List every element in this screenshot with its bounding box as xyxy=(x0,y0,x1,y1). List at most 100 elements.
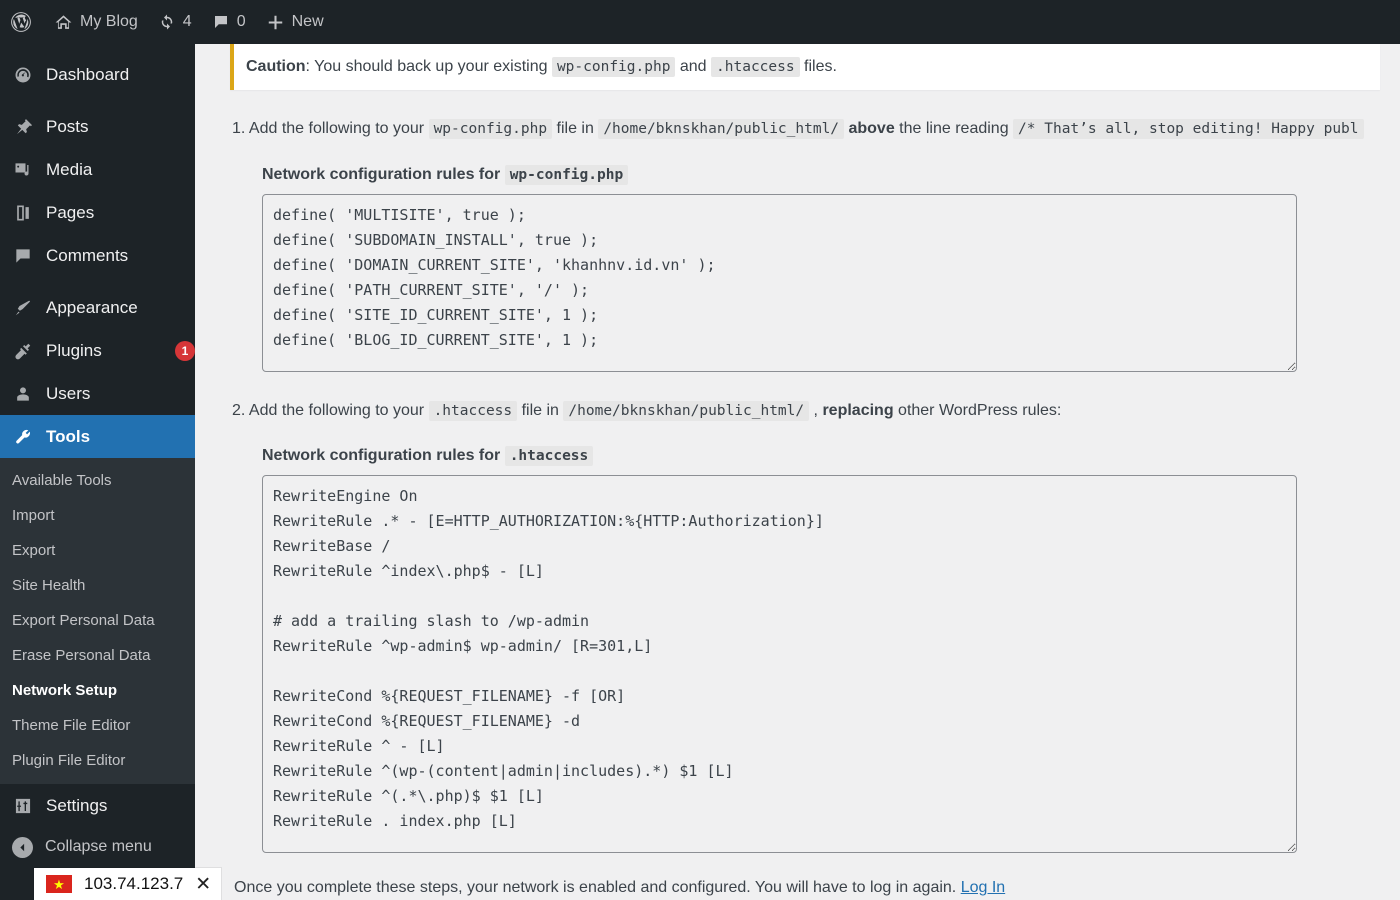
adminbar-wordpress-logo[interactable] xyxy=(0,0,44,44)
sidebar-item-label: Comments xyxy=(46,245,129,265)
submenu-item-export-personal-data[interactable]: Export Personal Data xyxy=(0,603,195,638)
home-icon xyxy=(54,13,73,32)
pin-icon xyxy=(12,117,34,137)
footer-note: Once you complete these steps, your netw… xyxy=(234,879,1400,897)
sidebar-item-appearance[interactable]: Appearance xyxy=(0,286,195,329)
collapse-menu-button[interactable]: Collapse menu xyxy=(0,827,195,867)
paintbrush-icon xyxy=(12,298,34,318)
caution-code-wpconfig: wp-config.php xyxy=(551,57,676,77)
sidebar-item-label: Posts xyxy=(46,116,89,136)
adminbar-updates[interactable]: 4 xyxy=(148,0,202,44)
plugins-update-badge: 1 xyxy=(175,340,195,361)
footer-note-text: Once you complete these steps, your netw… xyxy=(234,879,961,897)
step-1-text-1: Add the following to your xyxy=(245,120,429,137)
htaccess-block: Network configuration rules for .htacces… xyxy=(262,446,1400,854)
caution-notice: Caution: You should back up your existin… xyxy=(230,44,1380,90)
caution-text-3: files. xyxy=(799,58,837,75)
caution-text-1: : You should back up your existing xyxy=(305,58,552,75)
step-2: 2. Add the following to your .htaccess f… xyxy=(232,398,1400,424)
ip-address-label: 103.74.123.7 xyxy=(84,874,184,893)
step-1-code-path: /home/bknskhan/public_html/ xyxy=(598,119,845,139)
htaccess-rules-textarea[interactable] xyxy=(262,475,1297,854)
close-icon[interactable]: ✕ xyxy=(195,875,211,894)
caution-strong: Caution xyxy=(246,58,306,75)
sidebar-item-settings[interactable]: Settings xyxy=(0,784,195,827)
wrench-icon xyxy=(12,427,34,447)
adminbar-comments-count: 0 xyxy=(236,13,246,30)
step-2-text-4: other WordPress rules: xyxy=(893,401,1062,419)
sliders-icon xyxy=(12,796,34,816)
sidebar-item-label: Media xyxy=(46,159,93,179)
step-2-text-3: , xyxy=(809,401,823,419)
dashboard-icon xyxy=(12,65,34,85)
adminbar-comments[interactable]: 0 xyxy=(202,0,256,44)
sidebar-item-users[interactable]: Users xyxy=(0,372,195,415)
step-1-number: 1. xyxy=(232,120,246,137)
sidebar-item-pages[interactable]: Pages xyxy=(0,191,195,234)
plug-icon xyxy=(12,341,34,361)
sidebar-item-dashboard[interactable]: Dashboard xyxy=(0,53,195,96)
adminbar-site-name[interactable]: My Blog xyxy=(44,0,148,44)
wpconfig-block: Network configuration rules for wp-confi… xyxy=(262,164,1400,372)
caution-code-htaccess: .htaccess xyxy=(711,57,800,77)
caution-text-2: and xyxy=(675,58,712,75)
step-2-code-file: .htaccess xyxy=(428,400,518,421)
htaccess-block-label: Network configuration rules for .htacces… xyxy=(262,446,1400,467)
step-1-strong: above xyxy=(848,120,895,137)
step-2-number: 2. xyxy=(232,401,246,419)
comment-bubble-icon xyxy=(12,246,34,266)
pages-icon xyxy=(12,203,34,223)
collapse-menu-label: Collapse menu xyxy=(45,838,152,855)
step-1-code-line: /* That’s all, stop editing! Happy publ xyxy=(1013,119,1364,139)
sidebar-item-label: Users xyxy=(46,383,91,403)
submenu-item-network-setup[interactable]: Network Setup xyxy=(0,673,195,708)
setup-steps: 1. Add the following to your wp-config.p… xyxy=(215,116,1400,897)
admin-sidebar: Dashboard Posts Media Pages Comments App… xyxy=(0,44,195,900)
step-2-text-2: file in xyxy=(517,401,564,419)
sidebar-item-label: Settings xyxy=(46,795,108,815)
vietnam-flag-icon: ★ xyxy=(46,875,72,893)
wpconfig-rules-textarea[interactable] xyxy=(262,193,1297,372)
step-2-code-path: /home/bknskhan/public_html/ xyxy=(563,400,810,421)
tools-submenu: Available Tools Import Export Site Healt… xyxy=(0,458,195,784)
submenu-item-plugin-file-editor[interactable]: Plugin File Editor xyxy=(0,743,195,778)
admin-bar: My Blog 4 0 New xyxy=(0,0,1400,44)
wpconfig-label-text: Network configuration rules for xyxy=(262,165,505,183)
submenu-item-theme-file-editor[interactable]: Theme File Editor xyxy=(0,708,195,743)
sidebar-spacer-top xyxy=(0,44,195,53)
step-1-code-file: wp-config.php xyxy=(428,119,553,139)
adminbar-new-content[interactable]: New xyxy=(256,0,334,44)
adminbar-updates-count: 4 xyxy=(182,13,192,30)
sidebar-item-media[interactable]: Media xyxy=(0,148,195,191)
wpconfig-block-label: Network configuration rules for wp-confi… xyxy=(262,164,1400,185)
sidebar-item-posts[interactable]: Posts xyxy=(0,105,195,148)
step-1-text-2: file in xyxy=(552,120,599,137)
submenu-item-erase-personal-data[interactable]: Erase Personal Data xyxy=(0,638,195,673)
submenu-item-export[interactable]: Export xyxy=(0,533,195,568)
comment-bubble-icon xyxy=(212,13,230,31)
step-1-text-3: the line reading xyxy=(894,120,1014,137)
htaccess-label-text: Network configuration rules for xyxy=(262,447,505,465)
sidebar-item-label: Tools xyxy=(46,426,91,446)
submenu-item-import[interactable]: Import xyxy=(0,498,195,533)
wpconfig-label-code: wp-config.php xyxy=(504,164,629,185)
sidebar-item-tools[interactable]: Tools xyxy=(0,415,195,458)
sidebar-item-label: Plugins xyxy=(46,340,102,360)
user-icon xyxy=(12,384,34,404)
adminbar-site-name-label: My Blog xyxy=(80,13,138,30)
ip-badge-overlay: ★ 103.74.123.7 ✕ xyxy=(34,868,222,900)
sidebar-item-comments[interactable]: Comments xyxy=(0,234,195,277)
step-1: 1. Add the following to your wp-config.p… xyxy=(232,116,1400,142)
step-2-strong: replacing xyxy=(822,401,894,419)
submenu-item-available-tools[interactable]: Available Tools xyxy=(0,463,195,498)
main-content: Caution: You should back up your existin… xyxy=(195,44,1400,900)
submenu-item-site-health[interactable]: Site Health xyxy=(0,568,195,603)
sidebar-item-label: Pages xyxy=(46,202,95,222)
sidebar-item-plugins[interactable]: Plugins 1 xyxy=(0,329,195,372)
log-in-link[interactable]: Log In xyxy=(961,879,1005,896)
sidebar-item-label: Appearance xyxy=(46,297,138,317)
htaccess-label-code: .htaccess xyxy=(504,446,594,467)
adminbar-new-label: New xyxy=(291,13,324,30)
